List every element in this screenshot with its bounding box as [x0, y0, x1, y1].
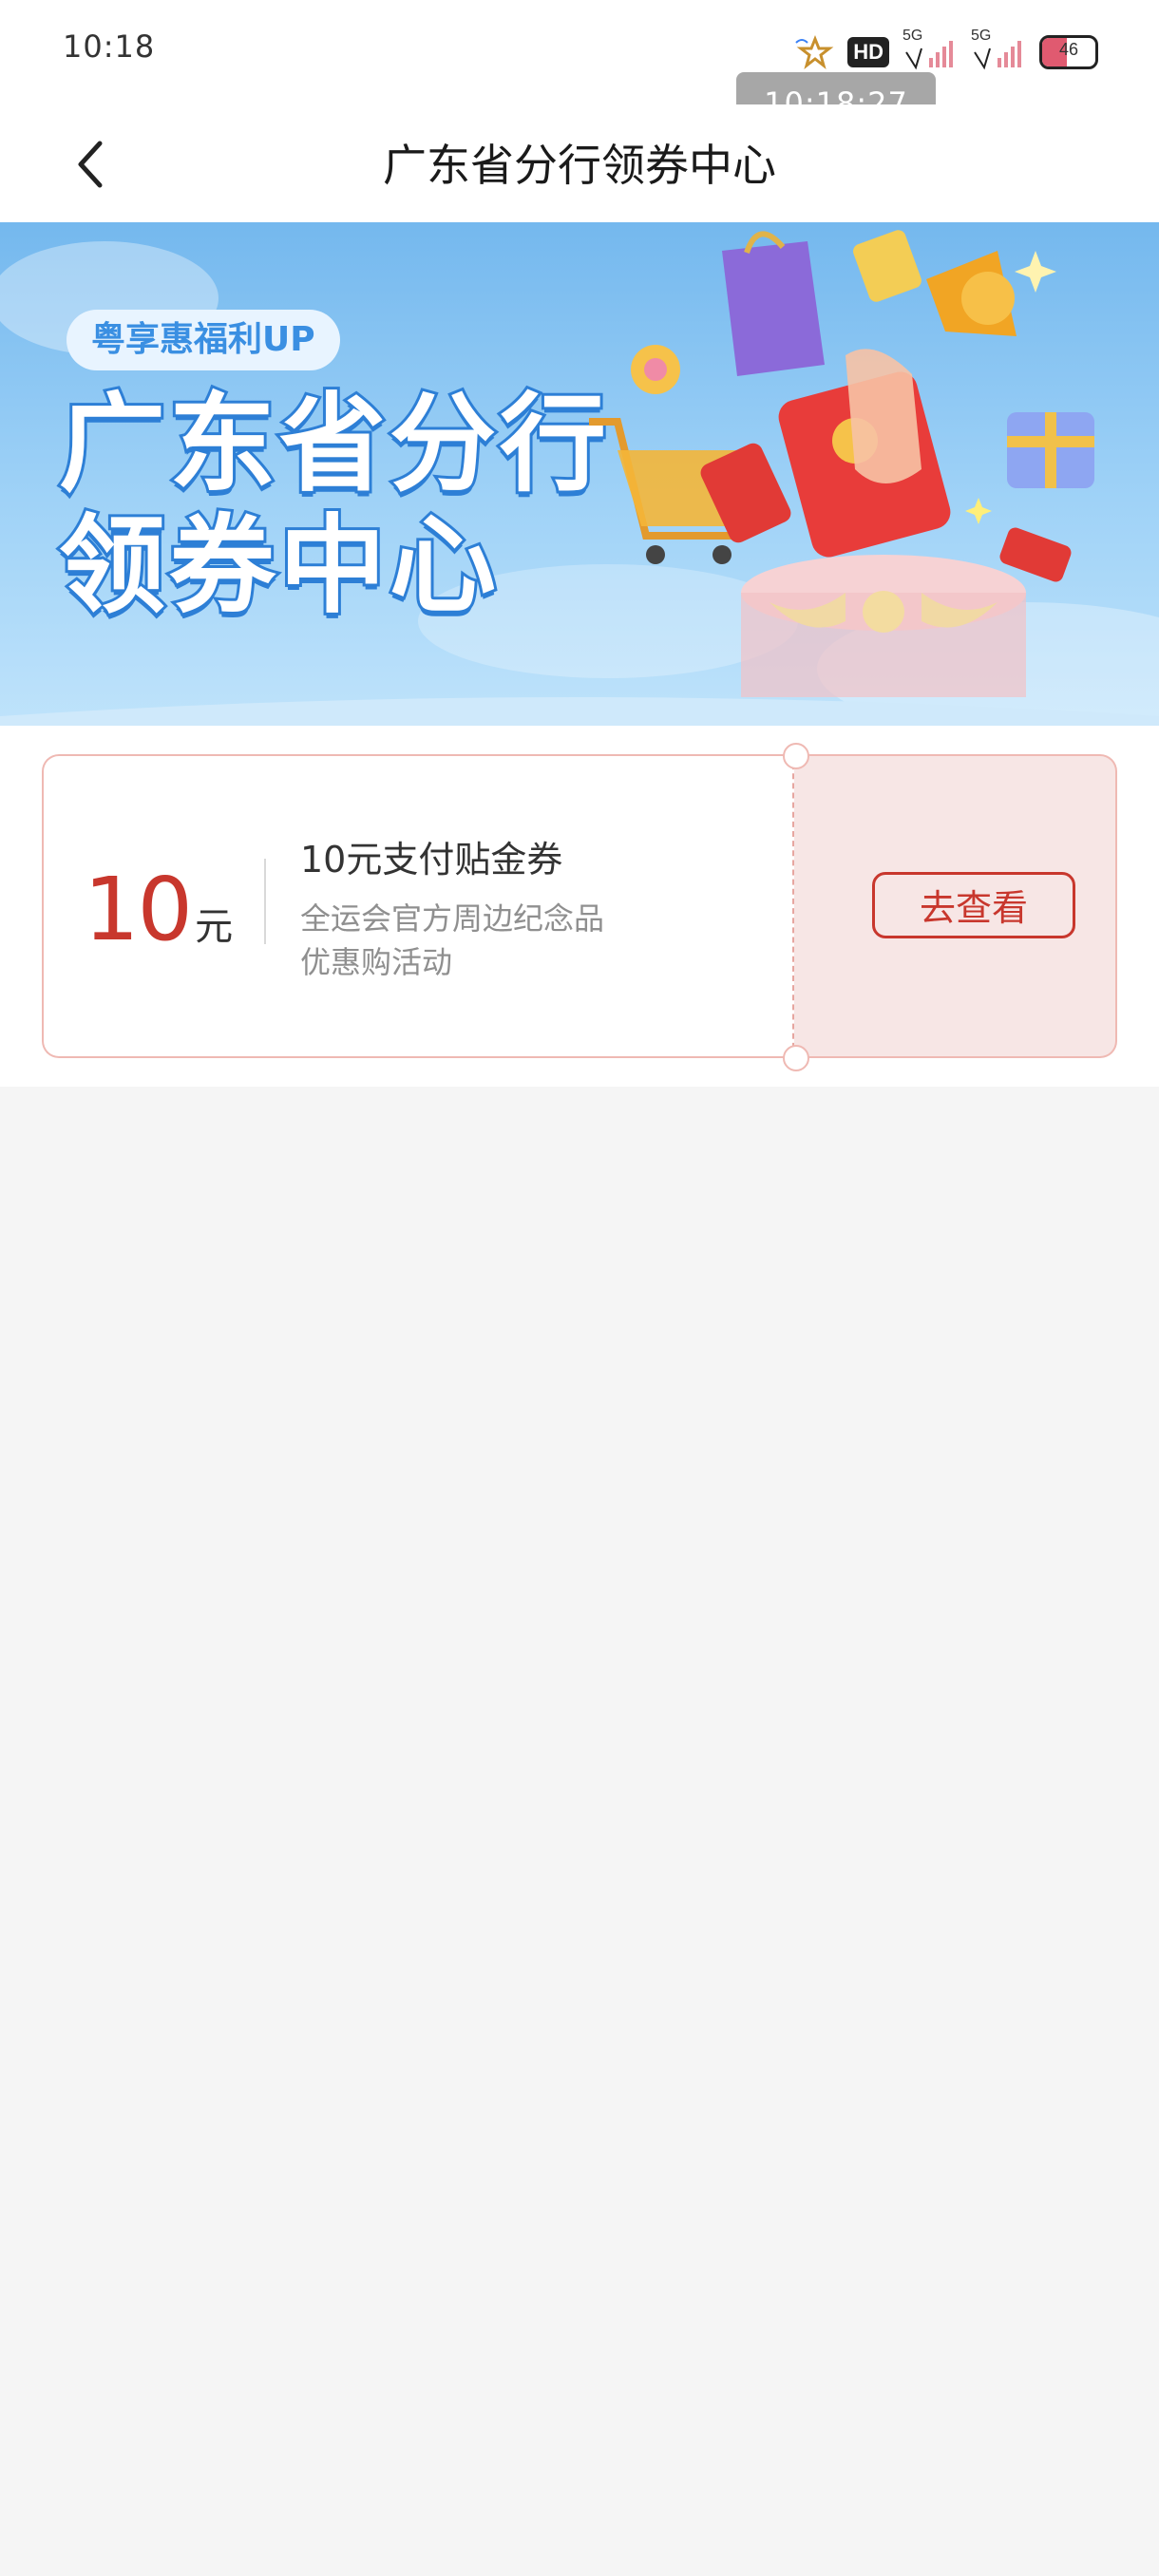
nav-bar: 广东省分行领券中心 [0, 104, 1159, 222]
coupon-card[interactable]: 10 元 10元支付贴金券 全运会官方周边纪念品 优惠购活动 去查看 [42, 743, 1117, 1071]
coupon-notch-bottom [783, 1045, 809, 1071]
coupon-perforation [792, 754, 796, 1058]
coupon-desc-line1: 全运会官方周边纪念品 [300, 900, 605, 937]
gift-illustration [589, 230, 1094, 697]
coupon-title: 10元支付贴金券 [300, 839, 563, 881]
hotspot-icon [788, 33, 834, 71]
coupon-description: 全运会官方周边纪念品 优惠购活动 [300, 897, 604, 984]
status-icons: HD 5G 5G 46 [788, 28, 1098, 72]
hd-icon: HD [847, 37, 889, 67]
view-coupon-button[interactable]: 去查看 [872, 872, 1075, 938]
battery-level: 46 [1058, 40, 1079, 59]
status-bar: 10:18 HD 5G 5G 46 [0, 0, 1159, 104]
banner-title-line1: 广东省分行 [56, 381, 610, 508]
coupon-amount-unit: 元 [195, 905, 234, 949]
banner-tag: 粤享惠福利UP [66, 310, 340, 370]
banner-title: 广东省分行 领券中心 [56, 381, 610, 630]
coupon-notch-top [783, 743, 809, 769]
promo-banner[interactable]: 粤享惠福利UP 广东省分行 领券中心 [0, 222, 1159, 726]
shopping-bag-icon [722, 231, 825, 376]
coupon-desc-line2: 优惠购活动 [300, 944, 453, 980]
banner-title-line2: 领券中心 [56, 502, 500, 630]
battery-icon: 46 [1039, 35, 1098, 69]
coupon-amount: 10 元 [84, 859, 233, 960]
status-time: 10:18 [63, 28, 156, 65]
coupon-divider [264, 859, 266, 944]
signal-icon-sim1: 5G [902, 28, 958, 71]
coupon-amount-value: 10 [84, 859, 193, 960]
coupon-list: 10 元 10元支付贴金券 全运会官方周边纪念品 优惠购活动 去查看 [0, 726, 1159, 1087]
page-title: 广东省分行领券中心 [383, 140, 776, 191]
signal-icon-sim2: 5G [971, 28, 1026, 71]
